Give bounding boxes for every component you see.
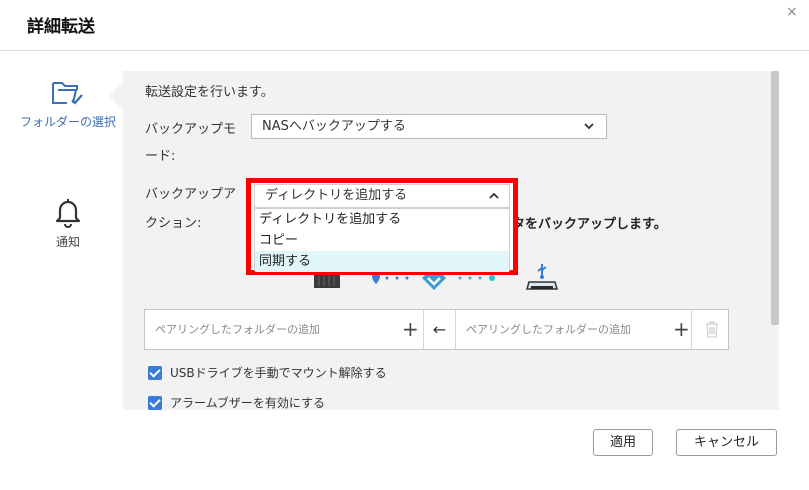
backup-mode-label: バックアップモ <box>145 122 237 137</box>
backup-action-label-cont: クション: <box>145 216 202 231</box>
usb-drive-icon <box>526 264 558 290</box>
backup-mode-value: NASへバックアップする <box>262 119 406 134</box>
dialog-title: 詳細転送 <box>27 17 95 37</box>
backup-action-select[interactable]: ディレクトリを追加する <box>254 184 510 208</box>
description-text: タをバックアップします。 <box>512 217 667 232</box>
backup-mode-label-cont: ード: <box>145 149 176 164</box>
option-sync[interactable]: 同期する <box>255 251 509 272</box>
backup-action-value: ディレクトリを追加する <box>265 188 408 203</box>
destination-folder-placeholder: ペアリングしたフォルダーの追加 <box>466 323 631 336</box>
advanced-transfer-dialog: 詳細転送 × フォルダーの選択 通知 転送設定を行います。 バックアップモ ード… <box>0 0 809 490</box>
add-destination-folder-button[interactable]: + <box>673 310 690 348</box>
alarm-buzzer-option[interactable]: アラームブザーを有効にする <box>148 394 325 411</box>
backup-action-label: バックアップア <box>145 187 237 202</box>
sync-direction-arrow[interactable]: ← <box>424 310 456 349</box>
option-copy[interactable]: コピー <box>255 230 509 251</box>
intro-text: 転送設定を行います。 <box>145 85 274 100</box>
backup-action-options-list: ディレクトリを追加する コピー 同期する <box>254 208 510 272</box>
sidebar-item-label: 通知 <box>55 235 80 249</box>
apply-button[interactable]: 適用 <box>593 429 653 456</box>
sidebar-item-label: フォルダーの選択 <box>19 115 116 129</box>
alarm-buzzer-checkbox[interactable] <box>148 395 162 410</box>
bell-icon <box>55 199 81 228</box>
unmount-usb-label: USBドライブを手動でマウント解除する <box>170 366 387 380</box>
trash-icon[interactable] <box>704 320 720 338</box>
option-add-directory[interactable]: ディレクトリを追加する <box>255 209 509 230</box>
alarm-buzzer-label: アラームブザーを有効にする <box>170 396 326 410</box>
source-folder-placeholder: ペアリングしたフォルダーの追加 <box>155 323 320 336</box>
folder-check-icon <box>52 82 83 105</box>
backup-mode-select[interactable]: NASへバックアップする <box>251 114 607 139</box>
title-divider <box>0 50 809 51</box>
chevron-down-icon <box>584 123 594 130</box>
backup-action-dropdown-highlight: ディレクトリを追加する ディレクトリを追加する コピー 同期する <box>246 178 518 275</box>
unmount-usb-option[interactable]: USBドライブを手動でマウント解除する <box>148 364 387 381</box>
destination-folder-field[interactable]: ペアリングしたフォルダーの追加 <box>456 310 692 349</box>
sidebar-item-folder-selection[interactable]: フォルダーの選択 <box>18 78 118 131</box>
sidebar-item-notification[interactable]: 通知 <box>18 196 118 251</box>
cancel-button[interactable]: キャンセル <box>676 429 777 456</box>
folder-pairing-row: ペアリングしたフォルダーの追加 + ← ペアリングしたフォルダーの追加 + <box>144 309 729 350</box>
chevron-up-icon <box>489 192 499 199</box>
source-folder-field[interactable]: ペアリングしたフォルダーの追加 <box>145 310 424 349</box>
close-icon[interactable]: × <box>786 4 798 20</box>
nas-device-icon <box>314 274 340 288</box>
panel-pointer <box>109 82 123 110</box>
add-source-folder-button[interactable]: + <box>402 310 419 348</box>
panel-scrollbar[interactable] <box>771 71 779 325</box>
unmount-usb-checkbox[interactable] <box>148 365 162 380</box>
